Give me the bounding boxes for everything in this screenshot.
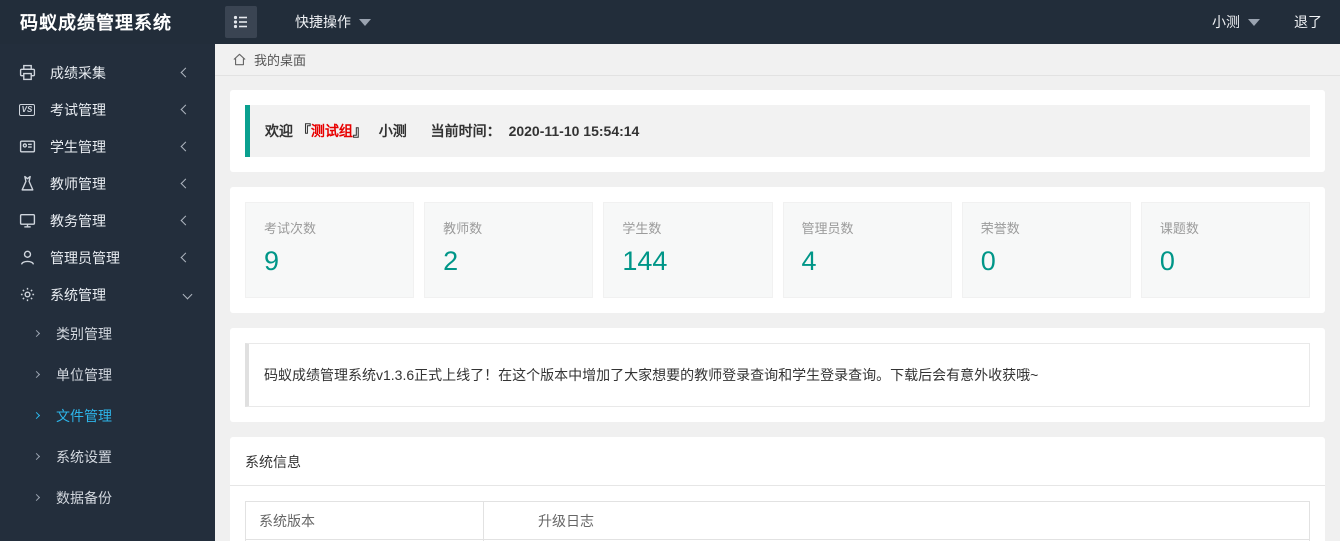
welcome-prefix: 欢迎 [265,123,293,139]
system-info-table: 系统版本 升级日志 服务器地址 172.17.62.142 [245,501,1310,541]
sidebar-subitem-label: 类别管理 [56,325,112,342]
sidebar-subitem-data-backup[interactable]: 数据备份 [0,477,215,518]
sidebar-item-academic-manage[interactable]: 教务管理 [0,202,215,239]
current-time-label: 当前时间： [430,123,501,139]
stat-card-teacher-count: 教师数 2 [424,202,594,298]
stat-value: 9 [264,246,280,276]
chevron-left-icon [180,67,191,78]
dress-icon [18,175,36,193]
chevron-right-icon [32,370,41,379]
id-card-icon [18,138,36,156]
vs-icon: VS [18,101,36,119]
quick-actions-dropdown[interactable]: 快捷操作 [295,12,371,32]
sidebar-toggle-button[interactable] [225,6,257,38]
upgrade-log-link[interactable]: 升级日志 [483,501,1310,540]
sidebar-subitem-label: 文件管理 [56,407,112,424]
system-version-key: 系统版本 [245,501,484,540]
sidebar-item-score-collect[interactable]: 成绩采集 [0,54,215,91]
app-title: 码蚁成绩管理系统 [20,13,172,33]
quick-actions-label: 快捷操作 [295,14,351,30]
chevron-down-icon [182,289,193,300]
bracket-close: 』 [352,123,367,139]
current-time-value: 2020-11-10 15:54:14 [508,123,640,139]
welcome-alert: 欢迎 『测试组』 小测 当前时间： 2020-11-10 15:54:14 [245,105,1310,157]
sidebar-item-teacher-manage[interactable]: 教师管理 [0,165,215,202]
stat-label: 考试次数 [264,221,317,236]
gear-icon [18,286,36,304]
sidebar-item-student-manage[interactable]: 学生管理 [0,128,215,165]
chevron-down-icon [1248,18,1260,26]
sidebar-item-label: 系统管理 [50,286,106,303]
stat-label: 教师数 [443,221,483,236]
welcome-user-name: 小测 [378,123,407,139]
stat-value: 144 [622,246,668,276]
chevron-right-icon [32,452,41,461]
sidebar-nav: 成绩采集 VS 考试管理 学生管理 教师管理 教务管理 管理员管理 系统管理 类… [0,44,215,541]
sidebar-subitem-unit-manage[interactable]: 单位管理 [0,354,215,395]
main-content: 我的桌面 欢迎 『测试组』 小测 当前时间： 2020-11-10 15:54:… [215,44,1340,541]
stat-value: 0 [980,246,996,276]
sidebar-item-label: 成绩采集 [50,64,106,81]
stats-panel: 考试次数 9 教师数 2 学生数 144 管理员数 4 荣誉数 0 课题数 0 [230,187,1325,313]
user-name: 小测 [1212,14,1240,30]
stat-label: 学生数 [622,221,662,236]
breadcrumb-label: 我的桌面 [254,53,307,68]
sidebar-subitem-system-settings[interactable]: 系统设置 [0,436,215,477]
group-name: 测试组 [310,123,353,139]
sidebar-subitem-file-manage[interactable]: 文件管理 [0,395,215,436]
sidebar-subitem-label: 系统设置 [56,448,112,465]
logout-button[interactable]: 退了 [1294,12,1322,32]
system-info-title: 系统信息 [230,437,1325,486]
stat-label: 荣誉数 [980,221,1020,236]
announcement-text: 码蚁成绩管理系统v1.3.6正式上线了！在这个版本中增加了大家想要的教师登录查询… [245,343,1310,407]
stat-value: 0 [1159,246,1175,276]
sidebar-item-label: 教师管理 [50,175,106,192]
sidebar-item-label: 学生管理 [50,138,106,155]
chevron-left-icon [180,215,191,226]
top-header: 码蚁成绩管理系统 快捷操作 小测 退了 [0,0,1340,44]
sidebar-item-label: 考试管理 [50,101,106,118]
chevron-right-icon [32,329,41,338]
stat-card-admin-count: 管理员数 4 [782,202,952,298]
monitor-icon [18,212,36,230]
stat-card-student-count: 学生数 144 [603,202,773,298]
chevron-right-icon [32,411,41,420]
chevron-left-icon [180,252,191,263]
home-icon [232,52,247,67]
welcome-panel: 欢迎 『测试组』 小测 当前时间： 2020-11-10 15:54:14 [230,90,1325,172]
stat-card-topic-count: 课题数 0 [1140,202,1311,298]
user-icon [18,249,36,267]
printer-icon [18,64,36,82]
stat-value: 2 [443,246,459,276]
stat-card-exam-count: 考试次数 9 [245,202,415,298]
sidebar-subitem-label: 数据备份 [56,489,112,506]
bracket-open: 『 [296,123,311,139]
stat-label: 课题数 [1159,221,1199,236]
sidebar-item-system-manage[interactable]: 系统管理 [0,276,215,313]
sidebar-item-label: 管理员管理 [50,249,120,266]
system-info-panel: 系统信息 系统版本 升级日志 服务器地址 172.17.62.142 [230,437,1325,541]
sidebar-subitem-label: 单位管理 [56,366,112,383]
table-row: 系统版本 升级日志 [245,501,1310,540]
chevron-left-icon [180,141,191,152]
user-menu-dropdown[interactable]: 小测 [1212,12,1260,32]
chevron-left-icon [180,178,191,189]
stat-card-honor-count: 荣誉数 0 [961,202,1131,298]
chevron-down-icon [359,18,371,26]
system-manage-submenu: 类别管理 单位管理 文件管理 系统设置 数据备份 [0,313,215,518]
announcement-panel: 码蚁成绩管理系统v1.3.6正式上线了！在这个版本中增加了大家想要的教师登录查询… [230,328,1325,422]
stat-value: 4 [801,246,817,276]
chevron-left-icon [180,104,191,115]
list-menu-icon [232,13,250,31]
breadcrumb[interactable]: 我的桌面 [215,44,1340,76]
sidebar-subitem-category-manage[interactable]: 类别管理 [0,313,215,354]
sidebar-item-label: 教务管理 [50,212,106,229]
sidebar-item-admin-manage[interactable]: 管理员管理 [0,239,215,276]
sidebar-item-exam-manage[interactable]: VS 考试管理 [0,91,215,128]
chevron-right-icon [32,493,41,502]
stat-label: 管理员数 [801,221,854,236]
